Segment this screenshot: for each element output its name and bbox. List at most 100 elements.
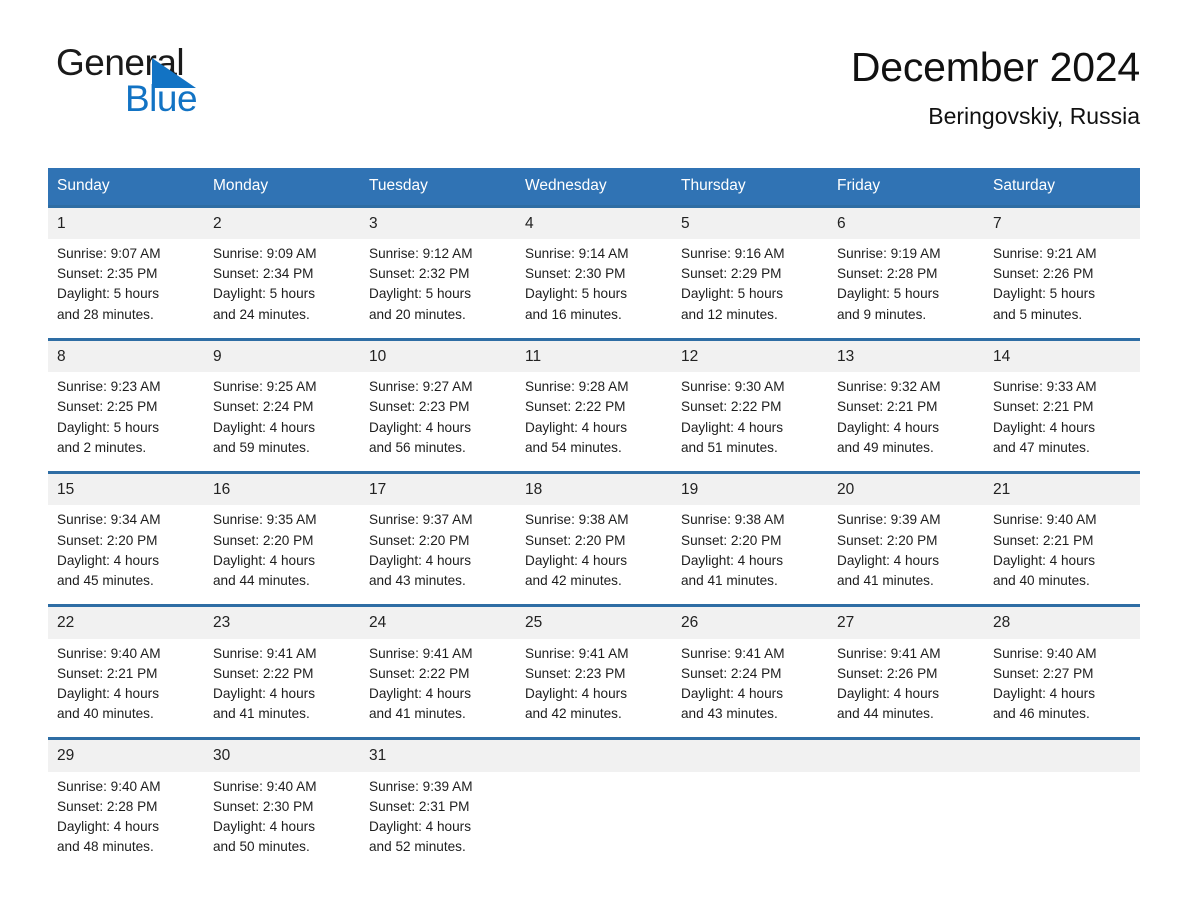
day-cell[interactable]: Sunrise: 9:41 AM Sunset: 2:24 PM Dayligh…	[672, 644, 828, 725]
day-cell[interactable]: Sunrise: 9:37 AM Sunset: 2:20 PM Dayligh…	[360, 510, 516, 591]
day-number[interactable]: 18	[516, 474, 672, 505]
day-cell[interactable]: Sunrise: 9:41 AM Sunset: 2:22 PM Dayligh…	[204, 644, 360, 725]
daylight-line1: Daylight: 4 hours	[993, 419, 1096, 435]
day-number[interactable]: 6	[828, 208, 984, 239]
day-cell[interactable]: Sunrise: 9:35 AM Sunset: 2:20 PM Dayligh…	[204, 510, 360, 591]
day-cell[interactable]: Sunrise: 9:16 AM Sunset: 2:29 PM Dayligh…	[672, 244, 828, 325]
day-number[interactable]: 5	[672, 208, 828, 239]
day-number[interactable]: 19	[672, 474, 828, 505]
week-detail-band: Sunrise: 9:23 AM Sunset: 2:25 PM Dayligh…	[48, 372, 1140, 471]
day-number[interactable]: 3	[360, 208, 516, 239]
week-daynumber-band: 22 23 24 25 26 27 28	[48, 607, 1140, 639]
day-cell[interactable]: Sunrise: 9:41 AM Sunset: 2:26 PM Dayligh…	[828, 644, 984, 725]
generalblue-logo[interactable]: General Blue	[48, 44, 268, 124]
sunrise-text: Sunrise: 9:19 AM	[837, 245, 941, 261]
sunset-text: Sunset: 2:22 PM	[213, 665, 314, 681]
daylight-line1: Daylight: 4 hours	[837, 685, 940, 701]
sunrise-text: Sunrise: 9:23 AM	[57, 379, 161, 395]
day-cell[interactable]: Sunrise: 9:30 AM Sunset: 2:22 PM Dayligh…	[672, 377, 828, 458]
sunset-text: Sunset: 2:30 PM	[525, 266, 626, 282]
day-cell[interactable]: Sunrise: 9:41 AM Sunset: 2:23 PM Dayligh…	[516, 644, 672, 725]
daylight-line2: and 46 minutes.	[993, 706, 1090, 722]
day-cell[interactable]: Sunrise: 9:23 AM Sunset: 2:25 PM Dayligh…	[48, 377, 204, 458]
day-number[interactable]: 9	[204, 341, 360, 372]
day-number[interactable]: 26	[672, 607, 828, 638]
sunset-text: Sunset: 2:32 PM	[369, 266, 470, 282]
day-number[interactable]: 11	[516, 341, 672, 372]
day-cell[interactable]: Sunrise: 9:14 AM Sunset: 2:30 PM Dayligh…	[516, 244, 672, 325]
day-number[interactable]: 7	[984, 208, 1140, 239]
sunrise-text: Sunrise: 9:40 AM	[57, 778, 161, 794]
day-number-empty	[672, 740, 828, 771]
day-number[interactable]: 24	[360, 607, 516, 638]
sunrise-text: Sunrise: 9:40 AM	[993, 512, 1097, 528]
day-cell[interactable]: Sunrise: 9:27 AM Sunset: 2:23 PM Dayligh…	[360, 377, 516, 458]
daylight-line1: Daylight: 4 hours	[213, 419, 316, 435]
day-number[interactable]: 31	[360, 740, 516, 771]
sunset-text: Sunset: 2:35 PM	[57, 266, 158, 282]
weekday-header-sunday: Sunday	[57, 177, 110, 194]
day-cell[interactable]: Sunrise: 9:12 AM Sunset: 2:32 PM Dayligh…	[360, 244, 516, 325]
daylight-line1: Daylight: 4 hours	[369, 685, 472, 701]
calendar-grid: Sunday Monday Tuesday Wednesday Thursday…	[48, 168, 1140, 871]
day-number[interactable]: 23	[204, 607, 360, 638]
day-cell[interactable]: Sunrise: 9:21 AM Sunset: 2:26 PM Dayligh…	[984, 244, 1140, 325]
sunrise-text: Sunrise: 9:34 AM	[57, 512, 161, 528]
day-cell[interactable]: Sunrise: 9:39 AM Sunset: 2:31 PM Dayligh…	[360, 777, 516, 858]
day-number[interactable]: 25	[516, 607, 672, 638]
day-cell[interactable]: Sunrise: 9:39 AM Sunset: 2:20 PM Dayligh…	[828, 510, 984, 591]
sunrise-text: Sunrise: 9:41 AM	[681, 645, 785, 661]
day-number[interactable]: 30	[204, 740, 360, 771]
day-cell-empty	[672, 777, 828, 858]
daylight-line1: Daylight: 4 hours	[213, 685, 316, 701]
day-cell[interactable]: Sunrise: 9:38 AM Sunset: 2:20 PM Dayligh…	[516, 510, 672, 591]
day-cell[interactable]: Sunrise: 9:33 AM Sunset: 2:21 PM Dayligh…	[984, 377, 1140, 458]
day-cell[interactable]: Sunrise: 9:40 AM Sunset: 2:27 PM Dayligh…	[984, 644, 1140, 725]
day-number[interactable]: 10	[360, 341, 516, 372]
day-number[interactable]: 17	[360, 474, 516, 505]
day-number[interactable]: 2	[204, 208, 360, 239]
day-number[interactable]: 27	[828, 607, 984, 638]
daylight-line2: and 40 minutes.	[57, 706, 154, 722]
daylight-line1: Daylight: 4 hours	[993, 685, 1096, 701]
daylight-line1: Daylight: 5 hours	[837, 286, 940, 302]
day-number[interactable]: 8	[48, 341, 204, 372]
day-cell[interactable]: Sunrise: 9:41 AM Sunset: 2:22 PM Dayligh…	[360, 644, 516, 725]
day-number[interactable]: 21	[984, 474, 1140, 505]
daylight-line2: and 43 minutes.	[369, 572, 466, 588]
weekday-header-thursday: Thursday	[681, 177, 746, 194]
day-cell[interactable]: Sunrise: 9:28 AM Sunset: 2:22 PM Dayligh…	[516, 377, 672, 458]
day-number[interactable]: 29	[48, 740, 204, 771]
day-cell[interactable]: Sunrise: 9:40 AM Sunset: 2:28 PM Dayligh…	[48, 777, 204, 858]
day-cell[interactable]: Sunrise: 9:32 AM Sunset: 2:21 PM Dayligh…	[828, 377, 984, 458]
daylight-line2: and 50 minutes.	[213, 839, 310, 855]
daylight-line1: Daylight: 5 hours	[681, 286, 784, 302]
day-cell[interactable]: Sunrise: 9:19 AM Sunset: 2:28 PM Dayligh…	[828, 244, 984, 325]
day-number[interactable]: 12	[672, 341, 828, 372]
sunset-text: Sunset: 2:24 PM	[213, 399, 314, 415]
day-cell[interactable]: Sunrise: 9:25 AM Sunset: 2:24 PM Dayligh…	[204, 377, 360, 458]
sunset-text: Sunset: 2:31 PM	[369, 798, 470, 814]
day-number[interactable]: 4	[516, 208, 672, 239]
day-cell[interactable]: Sunrise: 9:40 AM Sunset: 2:21 PM Dayligh…	[48, 644, 204, 725]
sunset-text: Sunset: 2:23 PM	[369, 399, 470, 415]
day-cell[interactable]: Sunrise: 9:40 AM Sunset: 2:30 PM Dayligh…	[204, 777, 360, 858]
day-cell[interactable]: Sunrise: 9:07 AM Sunset: 2:35 PM Dayligh…	[48, 244, 204, 325]
day-number[interactable]: 13	[828, 341, 984, 372]
day-number[interactable]: 15	[48, 474, 204, 505]
day-cell[interactable]: Sunrise: 9:09 AM Sunset: 2:34 PM Dayligh…	[204, 244, 360, 325]
day-number[interactable]: 14	[984, 341, 1140, 372]
day-number[interactable]: 20	[828, 474, 984, 505]
day-cell[interactable]: Sunrise: 9:40 AM Sunset: 2:21 PM Dayligh…	[984, 510, 1140, 591]
day-number[interactable]: 1	[48, 208, 204, 239]
daylight-line2: and 41 minutes.	[837, 572, 934, 588]
day-number[interactable]: 28	[984, 607, 1140, 638]
sunrise-text: Sunrise: 9:41 AM	[369, 645, 473, 661]
day-cell[interactable]: Sunrise: 9:38 AM Sunset: 2:20 PM Dayligh…	[672, 510, 828, 591]
day-cell[interactable]: Sunrise: 9:34 AM Sunset: 2:20 PM Dayligh…	[48, 510, 204, 591]
sunset-text: Sunset: 2:20 PM	[213, 532, 314, 548]
day-number[interactable]: 16	[204, 474, 360, 505]
day-number[interactable]: 22	[48, 607, 204, 638]
sunrise-text: Sunrise: 9:41 AM	[525, 645, 629, 661]
daylight-line1: Daylight: 5 hours	[57, 286, 160, 302]
